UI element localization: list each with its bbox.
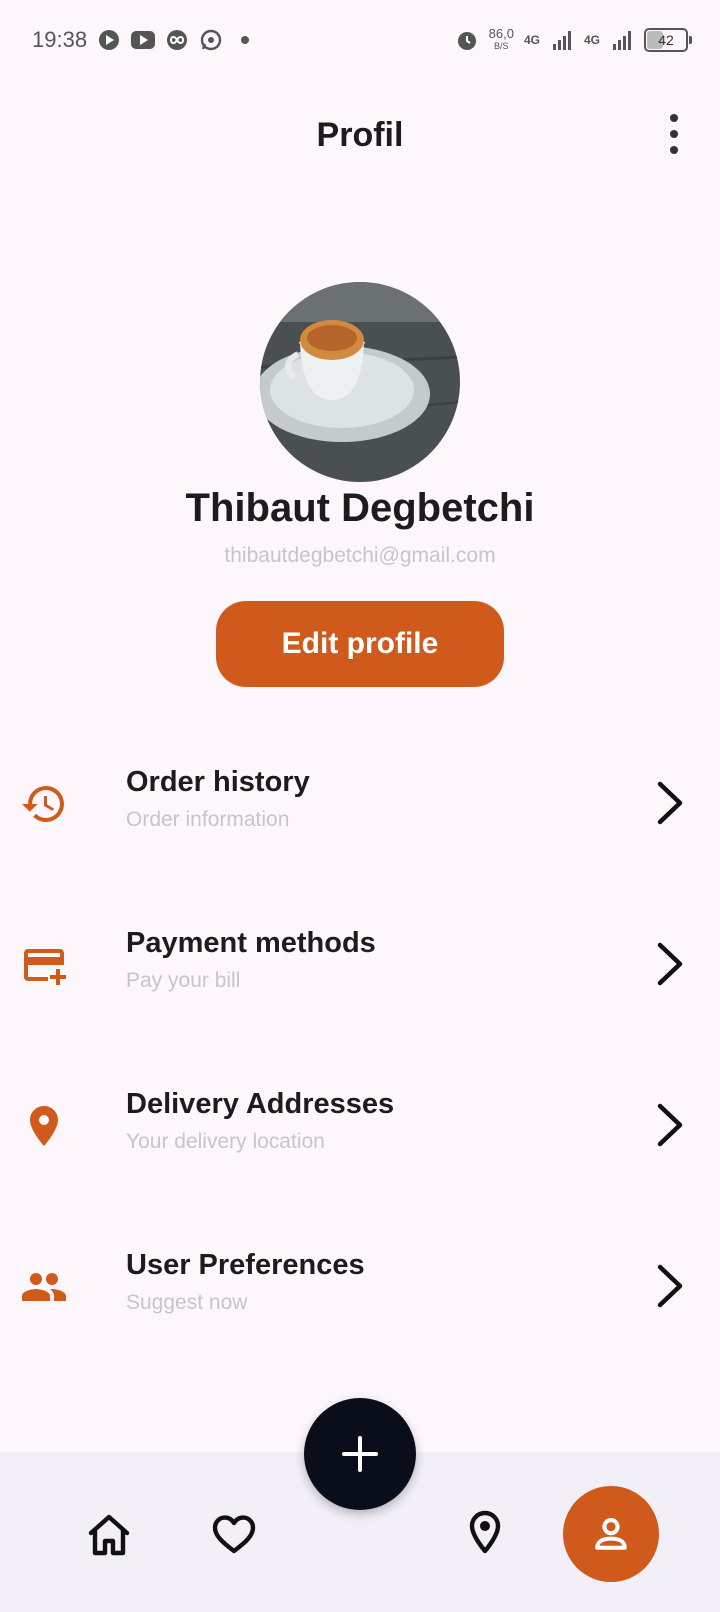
chevron-right-icon [657, 1264, 683, 1308]
battery-level: 42 [658, 32, 674, 48]
menu-subtitle: Your delivery location [126, 1130, 325, 1153]
chevron-right-icon [657, 1103, 683, 1147]
signal-icon-2 [610, 28, 634, 52]
menu-title: Order history [126, 766, 310, 798]
add-icon [342, 1436, 378, 1472]
network-type-1: 4G [523, 33, 540, 47]
location-pin-icon [30, 1106, 58, 1146]
signal-icon [550, 28, 574, 52]
home-icon[interactable] [85, 1511, 133, 1559]
menu-title: User Preferences [126, 1249, 365, 1281]
profile-email: thibautdegbetchi@gmail.com [224, 544, 496, 567]
status-bar: 19:38 86,0 B/S 4G 4G 42 [0, 0, 720, 80]
battery-icon: 42 [644, 28, 692, 52]
add-button[interactable] [304, 1398, 416, 1510]
network-speed-value: 86,0 [488, 26, 514, 41]
alarm-icon [455, 28, 479, 52]
menu-subtitle: Order information [126, 808, 290, 831]
chevron-right-icon [657, 781, 683, 825]
menu-subtitle: Suggest now [126, 1291, 248, 1314]
infinity-app-icon [165, 28, 189, 52]
network-type-2: 4G [583, 33, 600, 47]
whatsapp-icon [199, 28, 223, 52]
youtube-icon [131, 28, 156, 52]
menu-item-payment-methods[interactable]: Payment methods Pay your bill [0, 913, 720, 1023]
menu-title: Delivery Addresses [126, 1088, 395, 1120]
location-outline-icon[interactable] [461, 1508, 509, 1556]
edit-profile-button[interactable]: Edit profile [216, 601, 504, 687]
chevron-right-icon [657, 942, 683, 986]
profile-name: Thibaut Degbetchi [185, 486, 535, 530]
network-speed-unit: B/S [494, 41, 509, 51]
history-icon [22, 786, 64, 822]
menu-item-user-preferences[interactable]: User Preferences Suggest now [0, 1235, 720, 1345]
page-title: Profil [316, 115, 404, 154]
menu-title: Payment methods [126, 927, 376, 959]
menu-subtitle: Pay your bill [126, 969, 241, 992]
network-speed: 86,0 B/S [488, 26, 514, 52]
avatar[interactable] [260, 282, 460, 482]
menu-item-order-history[interactable]: Order history Order information [0, 752, 720, 862]
app-bar: Profil [0, 90, 720, 180]
heart-icon[interactable] [210, 1510, 258, 1558]
profile-nav-button[interactable] [563, 1486, 659, 1582]
notification-dot-icon [241, 36, 250, 44]
add-card-icon [24, 949, 66, 985]
people-icon [22, 1273, 66, 1301]
more-vert-icon[interactable] [664, 114, 684, 154]
person-icon [595, 1518, 627, 1550]
status-time: 19:38 [32, 27, 88, 52]
play-store-icon [97, 28, 121, 52]
menu-item-delivery-addresses[interactable]: Delivery Addresses Your delivery locatio… [0, 1074, 720, 1184]
